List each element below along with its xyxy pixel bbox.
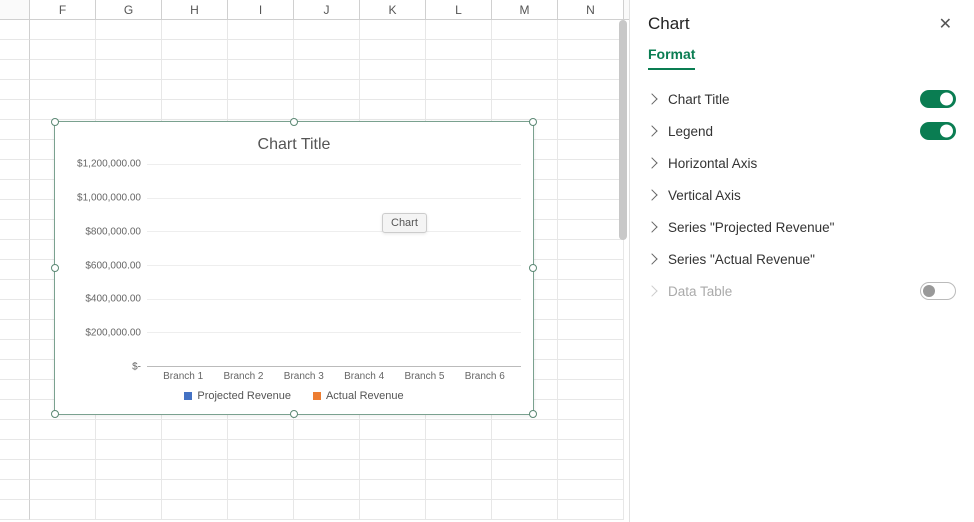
select-all-corner[interactable]	[0, 0, 30, 19]
chevron-right-icon	[646, 221, 657, 232]
format-option-row[interactable]: Series "Actual Revenue"	[648, 243, 956, 275]
col-header[interactable]: N	[558, 0, 624, 19]
format-option-row[interactable]: Legend	[648, 115, 956, 147]
option-label: Legend	[668, 124, 713, 139]
option-label: Data Table	[668, 284, 732, 299]
tab-format[interactable]: Format	[648, 46, 695, 70]
y-tick-label: $400,000.00	[85, 294, 141, 305]
chevron-right-icon	[646, 125, 657, 136]
toggle-knob	[923, 285, 935, 297]
resize-handle[interactable]	[51, 410, 59, 418]
format-option-row[interactable]: Vertical Axis	[648, 179, 956, 211]
col-header[interactable]: G	[96, 0, 162, 19]
col-header[interactable]: L	[426, 0, 492, 19]
y-tick-label: $200,000.00	[85, 328, 141, 339]
chevron-right-icon	[646, 189, 657, 200]
resize-handle[interactable]	[51, 118, 59, 126]
y-tick-label: $-	[132, 362, 141, 373]
chart-tooltip: Chart	[382, 213, 427, 233]
y-tick-label: $800,000.00	[85, 226, 141, 237]
chevron-right-icon	[646, 93, 657, 104]
x-tick-label: Branch 3	[279, 371, 329, 382]
x-tick-label: Branch 5	[399, 371, 449, 382]
toggle-switch[interactable]	[920, 90, 956, 108]
option-label: Horizontal Axis	[668, 156, 757, 171]
panel-tabs: Format	[648, 46, 956, 71]
x-tick-label: Branch 6	[460, 371, 510, 382]
format-option-row[interactable]: Horizontal Axis	[648, 147, 956, 179]
close-icon[interactable]: ✕	[935, 12, 956, 36]
chevron-right-icon	[646, 157, 657, 168]
col-header[interactable]: H	[162, 0, 228, 19]
chart-title[interactable]: Chart Title	[67, 136, 521, 154]
chart-legend[interactable]: Projected Revenue Actual Revenue	[67, 382, 521, 406]
x-tick-label: Branch 4	[339, 371, 389, 382]
resize-handle[interactable]	[529, 410, 537, 418]
col-header[interactable]: K	[360, 0, 426, 19]
format-option-row[interactable]: Chart Title	[648, 83, 956, 115]
resize-handle[interactable]	[51, 264, 59, 272]
option-label: Chart Title	[668, 92, 730, 107]
panel-title: Chart	[648, 14, 690, 34]
legend-label: Actual Revenue	[326, 390, 404, 402]
format-options-list: Chart Title Legend Horizontal Axis Vertical…	[648, 83, 956, 307]
legend-item[interactable]: Projected Revenue	[184, 390, 291, 402]
y-tick-label: $1,200,000.00	[77, 159, 141, 170]
column-headers: F G H I J K L M N	[0, 0, 629, 20]
toggle-knob	[940, 125, 953, 138]
legend-swatch-icon	[313, 392, 321, 400]
legend-item[interactable]: Actual Revenue	[313, 390, 404, 402]
resize-handle[interactable]	[529, 118, 537, 126]
format-option-row: Data Table	[648, 275, 956, 307]
vertical-scrollbar[interactable]	[617, 20, 629, 280]
toggle-switch	[920, 282, 956, 300]
chart-format-panel: Chart ✕ Format Chart Title Legend Horizont…	[630, 0, 974, 522]
spreadsheet-area[interactable]: F G H I J K L M N Chart Title $1,200,000…	[0, 0, 630, 522]
scrollbar-thumb[interactable]	[619, 20, 627, 240]
chart-plot-area[interactable]	[147, 164, 521, 367]
option-label: Series "Projected Revenue"	[668, 220, 834, 235]
option-label: Series "Actual Revenue"	[668, 252, 815, 267]
x-tick-label: Branch 1	[158, 371, 208, 382]
chevron-right-icon	[646, 253, 657, 264]
legend-swatch-icon	[184, 392, 192, 400]
resize-handle[interactable]	[290, 410, 298, 418]
legend-label: Projected Revenue	[197, 390, 291, 402]
y-tick-label: $1,000,000.00	[77, 192, 141, 203]
toggle-knob	[940, 93, 953, 106]
format-option-row[interactable]: Series "Projected Revenue"	[648, 211, 956, 243]
chart-y-axis[interactable]: $1,200,000.00$1,000,000.00$800,000.00$60…	[67, 164, 147, 367]
col-header[interactable]: I	[228, 0, 294, 19]
col-header[interactable]: F	[30, 0, 96, 19]
embedded-chart[interactable]: Chart Title $1,200,000.00 $1,000,000.00 $8…	[54, 121, 534, 415]
y-tick-label: $600,000.00	[85, 260, 141, 271]
col-header[interactable]: J	[294, 0, 360, 19]
toggle-switch[interactable]	[920, 122, 956, 140]
x-tick-label: Branch 2	[218, 371, 268, 382]
col-header[interactable]: M	[492, 0, 558, 19]
option-label: Vertical Axis	[668, 188, 741, 203]
chevron-right-icon	[646, 285, 657, 296]
resize-handle[interactable]	[290, 118, 298, 126]
resize-handle[interactable]	[529, 264, 537, 272]
